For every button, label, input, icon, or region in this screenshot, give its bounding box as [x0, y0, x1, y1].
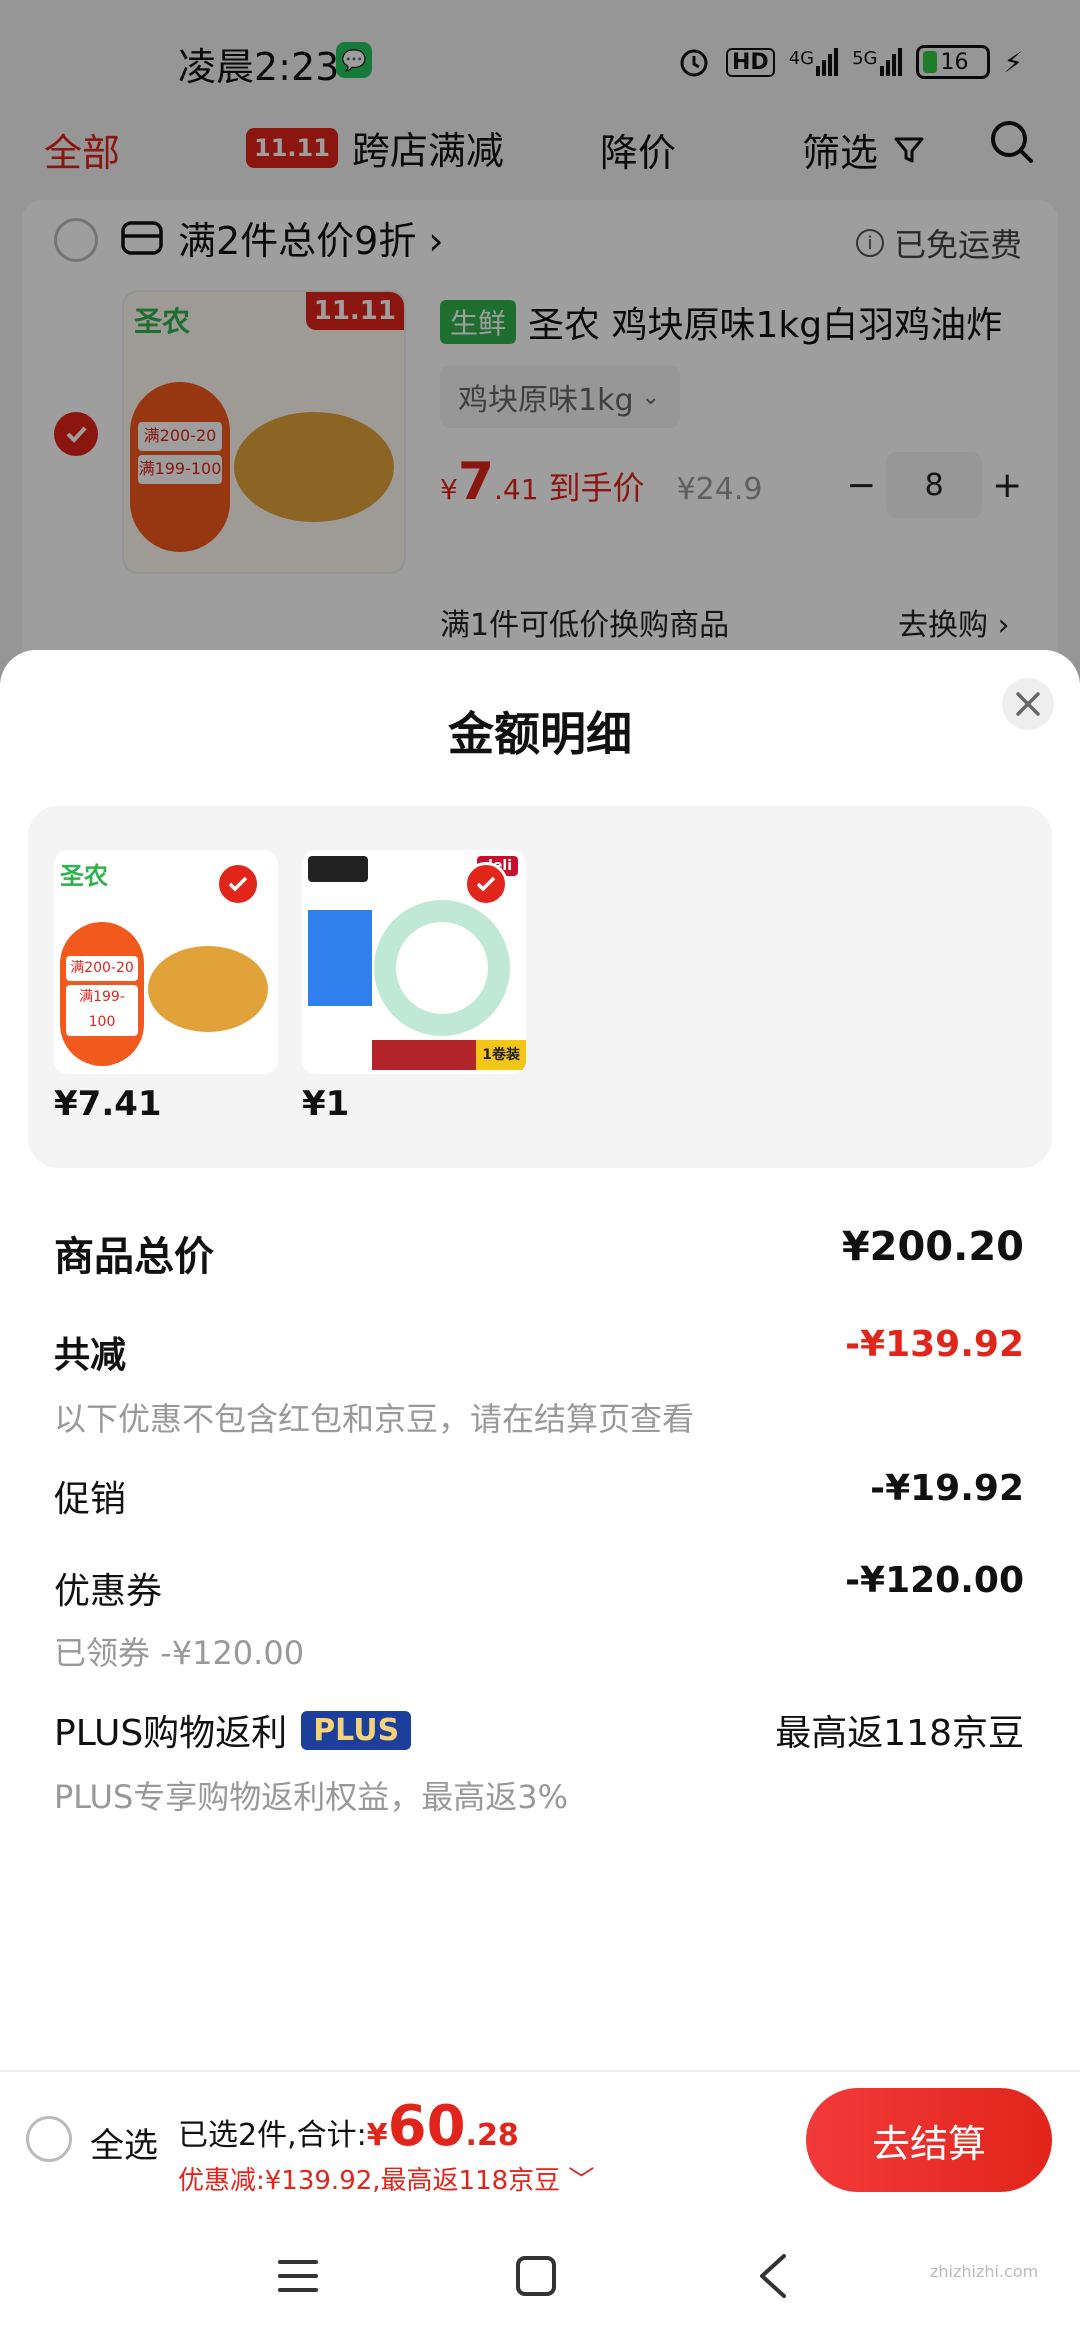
saving-summary[interactable]: 优惠减:¥139.92,最高返118京豆 ﹀ [178, 2160, 594, 2197]
plus-rebate-label: PLUS购物返利 [54, 1713, 288, 1754]
plus-badge: PLUS [301, 1710, 412, 1750]
sheet-title: 金额明细 [448, 707, 632, 761]
plus-rebate-value: 最高返118京豆 [775, 1713, 1024, 1754]
tape-roll-graphic [374, 900, 510, 1036]
close-button[interactable] [1002, 678, 1054, 730]
selected-total: 已选2件,合计: ¥ 60 .28 [178, 2094, 519, 2159]
item-1-check[interactable] [216, 862, 260, 906]
home-icon[interactable] [514, 2254, 558, 2298]
discount-label: 共减 [54, 1335, 127, 1376]
coupon-value: -¥120.00 [845, 1560, 1024, 1601]
close-icon [1016, 692, 1040, 716]
checkout-button[interactable]: 去结算 [806, 2088, 1052, 2192]
back-icon[interactable] [754, 2252, 794, 2300]
coupon-note: 已领券 -¥120.00 [54, 1634, 305, 1672]
menu-icon[interactable] [276, 2254, 320, 2298]
select-all-radio[interactable] [26, 2116, 72, 2162]
total-price-value: ¥200.20 [841, 1224, 1024, 1270]
item-1-promo-sticker: 满200-20 满199-100 [60, 922, 144, 1066]
item-1-price: ¥7.41 [54, 1084, 162, 1124]
plus-rebate-note: PLUS专享购物返利权益，最高返3% [54, 1778, 569, 1816]
item-2-price: ¥1 [302, 1084, 350, 1124]
item-2-label-bar: 1卷装 [372, 1040, 526, 1070]
item-2-package-graphic [308, 910, 372, 1006]
total-price-label: 商品总价 [54, 1234, 214, 1280]
watermark: zhizhizhi.com [930, 2262, 1039, 2281]
item-1-brand: 圣农 [60, 862, 108, 890]
discount-value: -¥139.92 [845, 1324, 1024, 1365]
plus-rebate-row: PLUS购物返利 PLUS [54, 1704, 412, 1756]
discount-note: 以下优惠不包含红包和京豆，请在结算页查看 [54, 1400, 695, 1438]
promotion-value: -¥19.92 [870, 1468, 1024, 1509]
select-all-label[interactable]: 全选 [90, 2118, 158, 2167]
promotion-label: 促销 [54, 1479, 127, 1520]
checkmark-icon [476, 876, 496, 892]
item-1-nuggets-graphic [148, 946, 268, 1032]
item-2-check[interactable] [464, 862, 508, 906]
item-2-brand-logo [308, 856, 368, 882]
checkmark-icon [228, 876, 248, 892]
coupon-label: 优惠券 [54, 1571, 163, 1612]
